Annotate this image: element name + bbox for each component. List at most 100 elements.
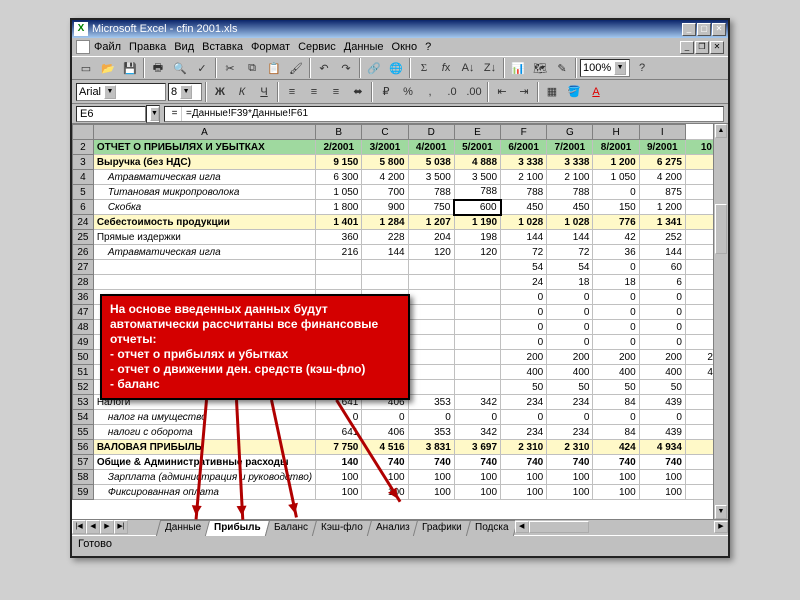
cell[interactable]: 353: [408, 395, 454, 410]
cell[interactable]: 228: [362, 230, 408, 245]
scroll-thumb[interactable]: [715, 204, 727, 254]
cell[interactable]: Себестоимость продукции: [93, 215, 315, 230]
row-header[interactable]: 47: [73, 305, 94, 320]
cell[interactable]: 100: [639, 470, 685, 485]
cell[interactable]: [93, 260, 315, 275]
sort-asc-icon[interactable]: A↓: [458, 58, 478, 78]
cell[interactable]: 439: [639, 395, 685, 410]
cell[interactable]: 42: [593, 230, 639, 245]
row-header[interactable]: 27: [73, 260, 94, 275]
menubar[interactable]: Файл Правка Вид Вставка Формат Сервис Да…: [72, 38, 728, 56]
menu-insert[interactable]: Вставка: [202, 41, 243, 53]
cell[interactable]: Скобка: [93, 200, 315, 215]
cell[interactable]: [408, 290, 454, 305]
menu-format[interactable]: Формат: [251, 41, 290, 53]
cell[interactable]: [454, 290, 500, 305]
cell[interactable]: 740: [593, 455, 639, 470]
cell[interactable]: [454, 335, 500, 350]
cell[interactable]: [316, 275, 362, 290]
cell[interactable]: 50: [639, 380, 685, 395]
cell[interactable]: 740: [408, 455, 454, 470]
cell[interactable]: 1 028: [547, 215, 593, 230]
comma-icon[interactable]: ,: [420, 82, 440, 102]
cell[interactable]: 4 200: [639, 170, 685, 185]
cell[interactable]: 400: [639, 365, 685, 380]
align-right-icon[interactable]: ≡: [326, 82, 346, 102]
minimize-button[interactable]: _: [682, 23, 696, 36]
cell[interactable]: 0: [501, 335, 547, 350]
cell[interactable]: 234: [501, 395, 547, 410]
cell[interactable]: 100: [408, 485, 454, 500]
cell[interactable]: 5 038: [408, 155, 454, 170]
cell[interactable]: 788: [547, 185, 593, 200]
cell[interactable]: 18: [593, 275, 639, 290]
cell[interactable]: 0: [593, 320, 639, 335]
cell[interactable]: [408, 350, 454, 365]
row-header[interactable]: 24: [73, 215, 94, 230]
sheet-tabs[interactable]: ДанныеПрибыльБалансКэш-флоАнализГрафикиП…: [128, 520, 515, 536]
cell[interactable]: 600: [454, 200, 500, 215]
fx-icon[interactable]: fx: [436, 58, 456, 78]
cell[interactable]: 24: [501, 275, 547, 290]
autosum-icon[interactable]: Σ: [414, 58, 434, 78]
drawing-icon[interactable]: ✎: [552, 58, 572, 78]
cell[interactable]: 3 338: [547, 155, 593, 170]
row-header[interactable]: 49: [73, 335, 94, 350]
col-header[interactable]: C: [362, 125, 408, 140]
print-icon[interactable]: 🖶: [148, 58, 168, 78]
sheet-tab[interactable]: Подска: [466, 520, 518, 536]
cell[interactable]: [316, 260, 362, 275]
cell[interactable]: 200: [501, 350, 547, 365]
namebox-dd[interactable]: ▼: [146, 105, 160, 123]
cell[interactable]: 144: [639, 245, 685, 260]
cell[interactable]: 776: [593, 215, 639, 230]
cell[interactable]: 100: [501, 485, 547, 500]
cell[interactable]: 2 100: [501, 170, 547, 185]
col-header[interactable]: G: [547, 125, 593, 140]
cell[interactable]: 100: [639, 485, 685, 500]
underline-icon[interactable]: Ч: [254, 82, 274, 102]
close-button[interactable]: ✕: [712, 23, 726, 36]
cell[interactable]: 400: [547, 365, 593, 380]
cell[interactable]: 4/2001: [408, 140, 454, 155]
cell[interactable]: Титановая микропроволока: [93, 185, 315, 200]
cell[interactable]: 100: [408, 470, 454, 485]
cell[interactable]: 2 100: [547, 170, 593, 185]
row-header[interactable]: 51: [73, 365, 94, 380]
cell[interactable]: 400: [501, 365, 547, 380]
col-header[interactable]: F: [501, 125, 547, 140]
paste-icon[interactable]: 📋: [264, 58, 284, 78]
sort-desc-icon[interactable]: Z↓: [480, 58, 500, 78]
cell[interactable]: 3 697: [454, 440, 500, 455]
col-header[interactable]: I: [639, 125, 685, 140]
redo-icon[interactable]: ↷: [336, 58, 356, 78]
cell[interactable]: 200: [593, 350, 639, 365]
fill-icon[interactable]: 🪣: [564, 82, 584, 102]
cell[interactable]: 900: [362, 200, 408, 215]
preview-icon[interactable]: 🔍: [170, 58, 190, 78]
scroll-down-icon[interactable]: ▼: [715, 505, 727, 519]
cell[interactable]: 0: [501, 305, 547, 320]
chevron-down-icon[interactable]: ▼: [150, 107, 159, 121]
cell[interactable]: 1 341: [639, 215, 685, 230]
col-header[interactable]: B: [316, 125, 362, 140]
cell[interactable]: 144: [547, 230, 593, 245]
fmtpaint-icon[interactable]: 🖌: [286, 58, 306, 78]
fontsize-combo[interactable]: 8▼: [168, 83, 202, 101]
cell[interactable]: 200: [639, 350, 685, 365]
fontcolor-icon[interactable]: A: [586, 82, 606, 102]
row-header[interactable]: 6: [73, 200, 94, 215]
cell[interactable]: Фиксированная оплата: [93, 485, 315, 500]
cell[interactable]: 100: [547, 470, 593, 485]
cell[interactable]: 6 275: [639, 155, 685, 170]
cell[interactable]: 72: [547, 245, 593, 260]
cell[interactable]: 0: [547, 320, 593, 335]
cell[interactable]: 360: [316, 230, 362, 245]
cell[interactable]: 0: [593, 305, 639, 320]
cell[interactable]: [93, 275, 315, 290]
row-header[interactable]: 25: [73, 230, 94, 245]
cell[interactable]: 0: [501, 320, 547, 335]
undo-icon[interactable]: ↶: [314, 58, 334, 78]
chevron-down-icon[interactable]: ▼: [614, 61, 626, 75]
cell[interactable]: 3 500: [408, 170, 454, 185]
